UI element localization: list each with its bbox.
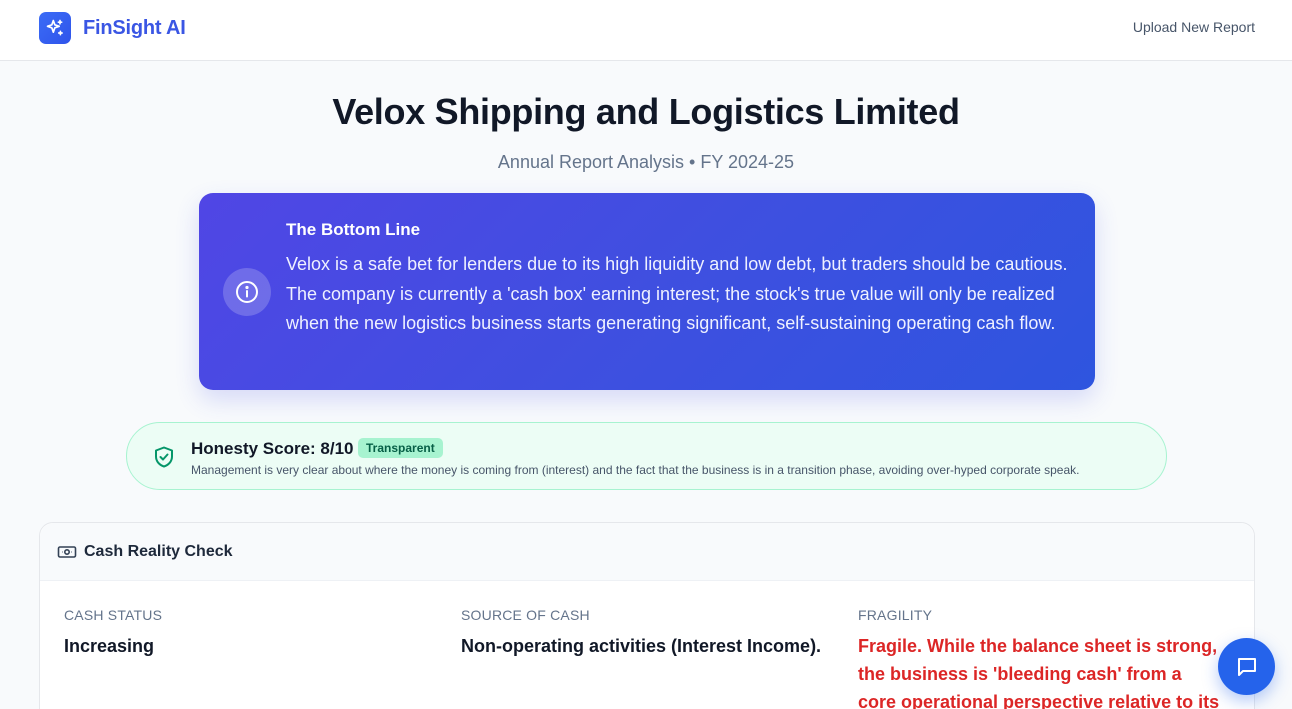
bottom-line-heading: The Bottom Line xyxy=(286,220,421,239)
chat-bubble-icon xyxy=(1237,657,1256,676)
shield-check-icon xyxy=(155,446,173,468)
sparkles-icon xyxy=(39,12,71,44)
upload-new-report-link[interactable]: Upload New Report xyxy=(1133,19,1255,35)
cash-status-value: Increasing xyxy=(64,636,155,656)
cash-card-title: Cash Reality Check xyxy=(84,543,233,560)
info-icon xyxy=(223,268,271,316)
cash-card-header: Cash Reality Check xyxy=(40,523,1254,581)
banknote-icon xyxy=(57,546,77,558)
chat-button[interactable] xyxy=(1218,638,1275,695)
brand-home-link[interactable]: FinSight AI xyxy=(39,12,186,44)
company-title: Velox Shipping and Logistics Limited xyxy=(332,91,960,132)
honesty-description: Management is very clear about where the… xyxy=(191,463,1080,477)
honesty-score-banner: Honesty Score: 8/10 Transparent Manageme… xyxy=(126,422,1167,490)
transparency-badge: Transparent xyxy=(358,438,443,458)
cash-status-label: CASH STATUS xyxy=(64,607,163,623)
bottom-line-text: Velox is a safe bet for lenders due to i… xyxy=(286,254,1068,333)
brand-name: FinSight AI xyxy=(83,16,186,39)
top-nav-bar: FinSight AI Upload New Report xyxy=(0,0,1292,61)
fragility-label: FRAGILITY xyxy=(858,607,933,623)
cash-reality-check-card: Cash Reality Check CASH STATUS Increasin… xyxy=(39,522,1255,709)
source-of-cash-value: Non-operating activities (Interest Incom… xyxy=(461,636,822,656)
source-of-cash-label: SOURCE OF CASH xyxy=(461,607,590,623)
fragility-value: Fragile. While the balance sheet is stro… xyxy=(858,636,1220,709)
bottom-line-card: The Bottom Line Velox is a safe bet for … xyxy=(199,193,1095,390)
honesty-score-title: Honesty Score: 8/10 xyxy=(191,439,354,458)
report-subtitle: Annual Report Analysis • FY 2024-25 xyxy=(497,152,795,172)
